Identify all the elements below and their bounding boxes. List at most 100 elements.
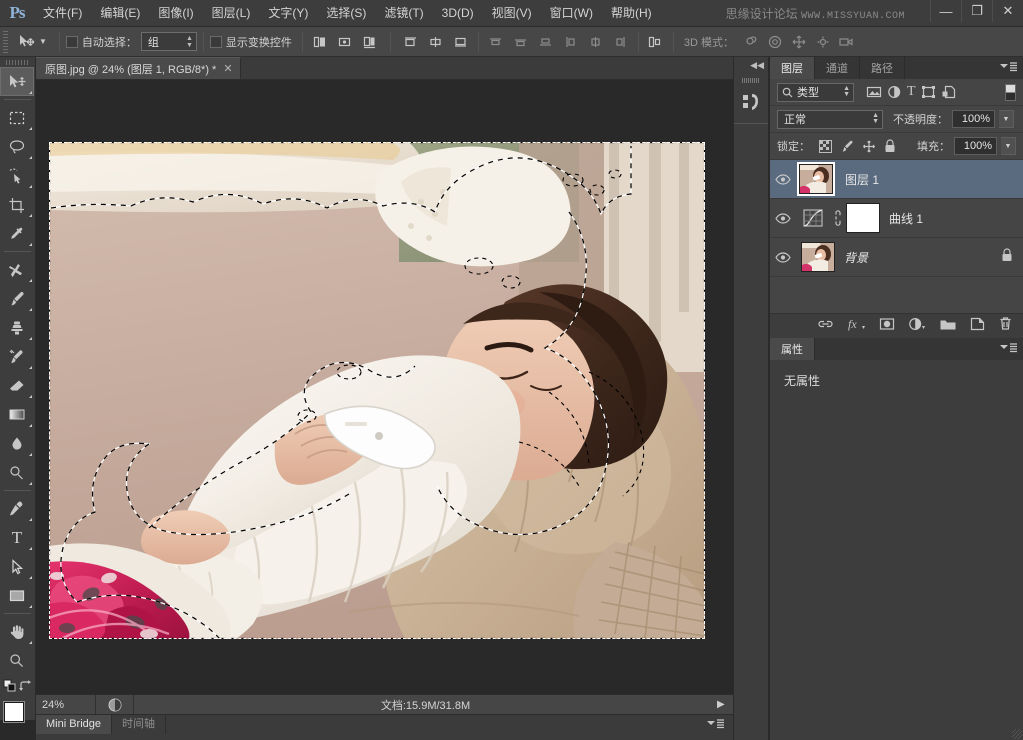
adjustment-layer-thumbnail[interactable] [796, 208, 830, 228]
hand-tool[interactable] [0, 617, 34, 646]
mask-link-icon[interactable] [830, 210, 846, 226]
default-colors-icon[interactable] [3, 679, 17, 693]
layer-row-quxianyi[interactable]: 曲线 1 [770, 199, 1023, 238]
document-profile-icon[interactable] [96, 695, 134, 715]
crop-tool[interactable] [0, 190, 34, 219]
align-right-edges-button[interactable] [359, 31, 381, 53]
current-tool-preview[interactable]: ▼ [11, 29, 53, 55]
gradient-tool[interactable] [0, 400, 34, 429]
filter-smart-objects-icon[interactable] [941, 85, 957, 99]
history-brush-tool[interactable] [0, 342, 34, 371]
menu-view[interactable]: 视图(V) [483, 0, 541, 27]
history-panel-icon[interactable] [734, 85, 768, 119]
options-bar-grip[interactable] [0, 27, 11, 57]
3d-slide-button[interactable] [812, 31, 834, 53]
layer-visibility-toggle[interactable] [770, 213, 796, 224]
lock-all-icon[interactable] [884, 139, 896, 153]
align-left-edges-button[interactable] [309, 31, 331, 53]
type-tool[interactable]: T [0, 523, 34, 552]
filter-type-layers-icon[interactable]: T [907, 85, 916, 99]
path-selection-tool[interactable] [0, 552, 34, 581]
blend-mode-dropdown[interactable]: 正常 ▲▼ [777, 110, 883, 129]
lasso-tool[interactable] [0, 132, 34, 161]
panel-resize-grip[interactable] [1012, 729, 1022, 739]
eraser-tool[interactable] [0, 371, 34, 400]
menu-image[interactable]: 图像(I) [149, 0, 202, 27]
minimize-button[interactable]: — [930, 0, 961, 22]
canvas-area[interactable] [36, 80, 733, 694]
filter-adjustment-layers-icon[interactable] [887, 85, 902, 99]
layer-row-tucengyi[interactable]: 图层 1 [770, 160, 1023, 199]
dodge-tool[interactable] [0, 458, 34, 487]
opacity-dropdown-arrow-icon[interactable]: ▼ [999, 110, 1014, 128]
bottom-panel-menu-icon[interactable] [705, 715, 733, 732]
mini-dock-grip[interactable] [742, 76, 760, 85]
layer-style-fx-icon[interactable]: fx [847, 317, 866, 336]
properties-panel-menu-icon[interactable] [998, 342, 1018, 353]
zoom-level-field[interactable]: 24% [36, 695, 96, 715]
tab-layers[interactable]: 图层 [770, 57, 815, 79]
menu-file[interactable]: 文件(F) [34, 0, 91, 27]
fill-value-field[interactable]: 100% [954, 137, 997, 155]
3d-pan-button[interactable] [788, 31, 810, 53]
menu-filter[interactable]: 滤镜(T) [375, 0, 432, 27]
align-top-edges-button[interactable] [400, 31, 422, 53]
new-adjustment-layer-icon[interactable] [908, 317, 926, 336]
3d-camera-button[interactable] [836, 31, 858, 53]
layer-filter-type-dropdown[interactable]: 类型 ▲▼ [777, 83, 854, 102]
distribute-right-edges-button[interactable] [610, 31, 632, 53]
close-button[interactable]: ✕ [992, 0, 1023, 22]
blur-tool[interactable] [0, 429, 34, 458]
layer-name[interactable]: 背景 [844, 249, 1001, 266]
filter-shape-layers-icon[interactable] [921, 85, 936, 99]
layer-name[interactable]: 曲线 1 [889, 210, 1023, 227]
align-bottom-edges-button[interactable] [450, 31, 472, 53]
3d-roll-button[interactable] [764, 31, 786, 53]
layer-visibility-toggle[interactable] [770, 252, 796, 263]
fill-dropdown-arrow-icon[interactable]: ▼ [1001, 137, 1016, 155]
status-expand-arrow-icon[interactable]: ▶ [717, 699, 733, 710]
align-horizontal-centers-button[interactable] [334, 31, 356, 53]
lock-image-pixels-brush-icon[interactable] [840, 140, 854, 153]
document-tab[interactable]: 原图.jpg @ 24% (图层 1, RGB/8*) * ✕ [36, 57, 241, 79]
pen-tool[interactable] [0, 494, 34, 523]
menu-type[interactable]: 文字(Y) [259, 0, 317, 27]
auto-align-layers-button[interactable] [645, 31, 667, 53]
document-canvas[interactable] [49, 142, 705, 639]
move-tool[interactable] [0, 67, 34, 96]
layer-thumbnail[interactable] [801, 242, 835, 272]
tab-timeline[interactable]: 时间轴 [112, 715, 166, 734]
eyedropper-tool[interactable] [0, 219, 34, 248]
distribute-top-edges-button[interactable] [485, 31, 507, 53]
lock-position-icon[interactable] [862, 140, 876, 153]
opacity-value-field[interactable]: 100% [952, 110, 995, 128]
menu-help[interactable]: 帮助(H) [602, 0, 661, 27]
quick-selection-tool[interactable] [0, 161, 34, 190]
zoom-tool[interactable] [0, 646, 34, 675]
menu-select[interactable]: 选择(S) [317, 0, 375, 27]
distribute-vertical-centers-button[interactable] [510, 31, 532, 53]
3d-orbit-button[interactable] [740, 31, 762, 53]
rectangle-shape-tool[interactable] [0, 581, 34, 610]
tab-properties[interactable]: 属性 [770, 338, 815, 360]
menu-layer[interactable]: 图层(L) [203, 0, 260, 27]
brush-tool[interactable] [0, 284, 34, 313]
layer-list[interactable]: 图层 1 [770, 160, 1023, 313]
filter-pixel-layers-icon[interactable] [866, 85, 882, 99]
distribute-bottom-edges-button[interactable] [535, 31, 557, 53]
layer-name[interactable]: 图层 1 [845, 171, 1023, 188]
layer-mask-thumbnail[interactable] [846, 203, 880, 233]
foreground-color-swatch[interactable] [4, 702, 24, 722]
document-tab-close-icon[interactable]: ✕ [223, 62, 232, 75]
lock-transparent-pixels-icon[interactable] [819, 140, 832, 153]
expand-panels-icon[interactable]: ◀◀ [734, 57, 768, 74]
layer-row-beijing[interactable]: 背景 [770, 238, 1023, 277]
distribute-horizontal-centers-button[interactable] [585, 31, 607, 53]
layer-thumbnail[interactable] [799, 164, 833, 194]
clone-stamp-tool[interactable] [0, 313, 34, 342]
swap-colors-icon[interactable] [18, 679, 32, 693]
show-transform-controls-checkbox[interactable] [210, 36, 222, 48]
restore-button[interactable]: ❐ [961, 0, 992, 22]
layers-panel-menu-icon[interactable] [998, 61, 1018, 72]
new-group-icon[interactable] [939, 317, 957, 336]
